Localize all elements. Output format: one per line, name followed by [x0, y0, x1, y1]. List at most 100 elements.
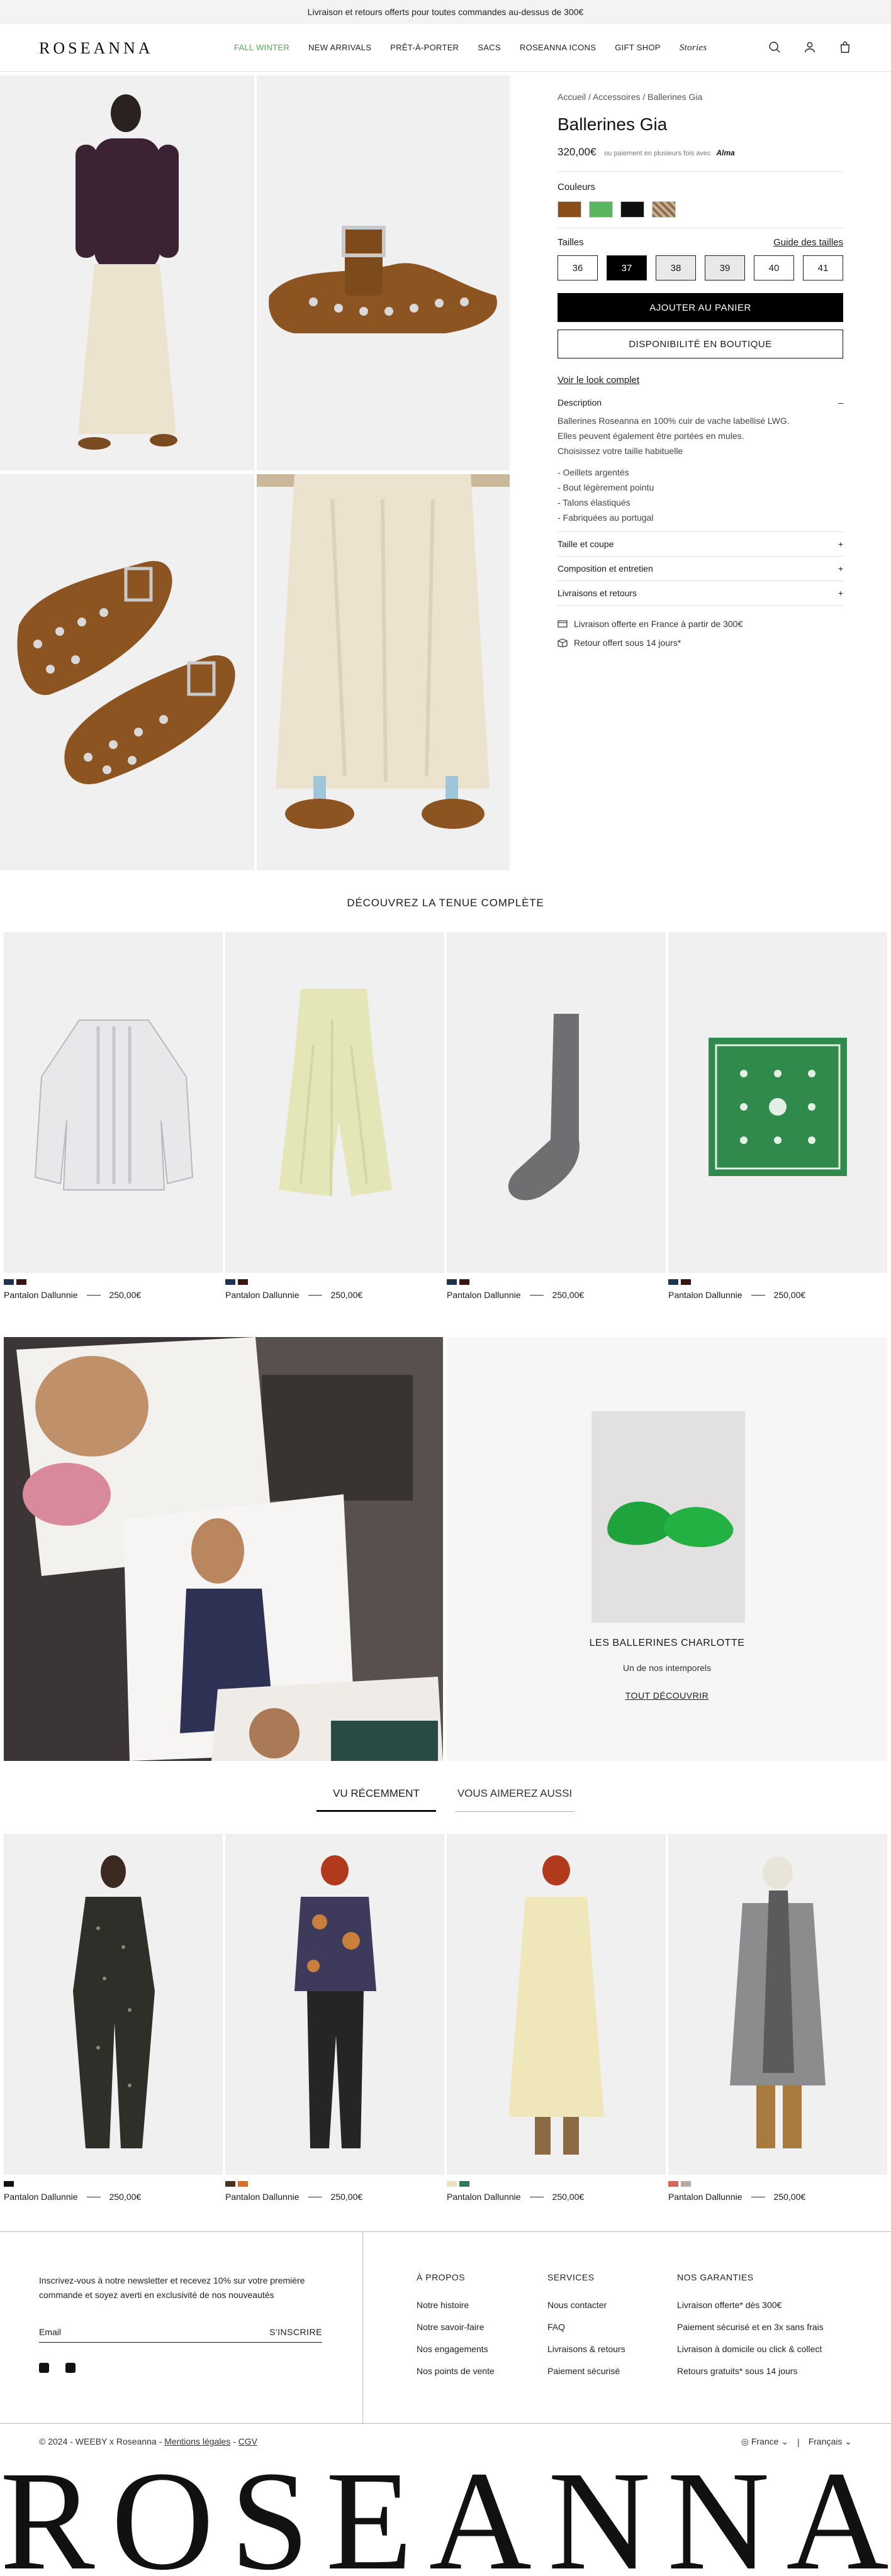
color-dot[interactable] — [668, 1279, 678, 1285]
product-name[interactable]: Pantalon Dallunnie — [668, 1290, 742, 1300]
color-dot[interactable] — [225, 2181, 235, 2187]
color-swatch-green[interactable] — [589, 201, 613, 218]
product-card-image[interactable] — [668, 932, 887, 1273]
footer-link[interactable]: Paiement sécurisé et en 3x sans frais — [677, 2322, 824, 2344]
product-image-side[interactable] — [257, 75, 510, 470]
accordion-shipping[interactable]: Livraisons et retours + — [558, 585, 843, 601]
product-card-image[interactable] — [447, 1834, 666, 2175]
color-dot[interactable] — [4, 1279, 14, 1285]
footer-link[interactable]: FAQ — [547, 2322, 625, 2344]
product-card-image[interactable] — [225, 1834, 444, 2175]
discover-all-link[interactable]: TOUT DÉCOUVRIR — [625, 1690, 709, 1701]
size-option[interactable]: 36 — [558, 255, 598, 280]
product-card[interactable]: Pantalon Dallunnie 250,00€ — [668, 932, 887, 1300]
product-name[interactable]: Pantalon Dallunnie — [225, 1290, 300, 1300]
footer-link[interactable]: Nos engagements — [417, 2344, 495, 2366]
product-card-image[interactable] — [225, 932, 444, 1273]
campaign-image[interactable] — [4, 1337, 443, 1761]
product-name[interactable]: Pantalon Dallunnie — [4, 2192, 78, 2202]
color-dot[interactable] — [681, 2181, 691, 2187]
color-dot[interactable] — [238, 2181, 248, 2187]
product-card[interactable]: Pantalon Dallunnie 250,00€ — [447, 1834, 666, 2202]
store-availability-button[interactable]: DISPONIBILITÉ EN BOUTIQUE — [558, 330, 843, 358]
product-name[interactable]: Pantalon Dallunnie — [668, 2192, 742, 2202]
product-card[interactable]: Pantalon Dallunnie 250,00€ — [447, 932, 666, 1300]
instagram-icon[interactable] — [39, 2363, 49, 2373]
nav-roseanna-icons[interactable]: ROSEANNA ICONS — [520, 43, 596, 53]
product-card-meta: Pantalon Dallunnie 250,00€ — [447, 1290, 666, 1300]
product-card-image[interactable] — [4, 1834, 223, 2175]
color-swatch-black[interactable] — [620, 201, 644, 218]
nav-pret-a-porter[interactable]: PRÊT-À-PORTER — [390, 43, 459, 53]
size-option-unavailable[interactable]: 39 — [705, 255, 745, 280]
product-card[interactable]: Pantalon Dallunnie 250,00€ — [225, 932, 444, 1300]
footer-link[interactable]: Notre histoire — [417, 2300, 495, 2322]
nav-stories[interactable]: Stories — [680, 43, 707, 53]
size-option[interactable]: 41 — [803, 255, 843, 280]
product-name[interactable]: Pantalon Dallunnie — [447, 1290, 521, 1300]
color-dot[interactable] — [459, 1279, 469, 1285]
installments-text: ou paiement en plusieurs fois avec — [604, 150, 711, 157]
breadcrumb[interactable]: Accueil / Accessoires / Ballerines Gia — [558, 92, 843, 102]
installments-brand[interactable]: Alma — [716, 148, 734, 157]
footer-link[interactable]: Livraison à domicile ou click & collect — [677, 2344, 824, 2366]
subscribe-button[interactable]: S'INSCRIRE — [269, 2327, 322, 2337]
product-name[interactable]: Pantalon Dallunnie — [4, 1290, 78, 1300]
nav-gift-shop[interactable]: GIFT SHOP — [615, 43, 661, 53]
tab-you-may-like[interactable]: VOUS AIMEREZ AUSSI — [455, 1787, 574, 1812]
product-image-model[interactable] — [0, 75, 254, 470]
color-dot[interactable] — [668, 2181, 678, 2187]
search-icon[interactable] — [768, 40, 782, 54]
product-image-pair[interactable] — [0, 474, 254, 870]
color-swatch-brown[interactable] — [558, 201, 581, 218]
product-card-image[interactable] — [4, 932, 223, 1273]
footer-link[interactable]: Nous contacter — [547, 2300, 625, 2322]
size-guide-link[interactable]: Guide des tailles — [773, 237, 843, 248]
linkedin-icon[interactable] — [65, 2363, 76, 2373]
product-card-image[interactable] — [668, 1834, 887, 2175]
size-option[interactable]: 40 — [754, 255, 794, 280]
nav-new-arrivals[interactable]: NEW ARRIVALS — [308, 43, 371, 53]
color-dot[interactable] — [238, 1279, 248, 1285]
account-icon[interactable] — [803, 40, 817, 54]
color-dot[interactable] — [459, 2181, 469, 2187]
bag-icon[interactable] — [838, 40, 852, 54]
accordion-size-fit[interactable]: Taille et coupe + — [558, 536, 843, 552]
color-swatch-leopard[interactable] — [652, 201, 676, 218]
divider — [558, 531, 843, 532]
color-dot[interactable] — [4, 2181, 14, 2187]
color-dot[interactable] — [16, 1279, 26, 1285]
size-option-selected[interactable]: 37 — [607, 255, 647, 280]
footer-link[interactable]: Nos points de vente — [417, 2366, 495, 2388]
product-card[interactable]: Pantalon Dallunnie 250,00€ — [668, 1834, 887, 2202]
email-field[interactable]: Email — [39, 2327, 61, 2337]
product-name[interactable]: Pantalon Dallunnie — [447, 2192, 521, 2202]
footer-link[interactable]: Livraison offerte* dès 300€ — [677, 2300, 824, 2322]
product-image-detail[interactable] — [257, 474, 510, 870]
nav-sacs[interactable]: SACS — [478, 43, 501, 53]
perk-text: Livraison offerte en France à partir de … — [574, 619, 743, 629]
description-accordion[interactable]: Description – — [558, 394, 843, 411]
add-to-cart-button[interactable]: AJOUTER AU PANIER — [558, 293, 843, 322]
product-name[interactable]: Pantalon Dallunnie — [225, 2192, 300, 2202]
size-option-unavailable[interactable]: 38 — [656, 255, 696, 280]
footer-link[interactable]: Retours gratuits* sous 14 jours — [677, 2366, 824, 2388]
tab-recently-viewed[interactable]: VU RÉCEMMENT — [317, 1787, 436, 1812]
footer-link[interactable]: Paiement sécurisé — [547, 2366, 625, 2388]
color-dot[interactable] — [447, 2181, 457, 2187]
accordion-composition[interactable]: Composition et entretien + — [558, 560, 843, 577]
product-card[interactable]: Pantalon Dallunnie 250,00€ — [225, 1834, 444, 2202]
product-card[interactable]: Pantalon Dallunnie 250,00€ — [4, 932, 223, 1300]
nav-fall-winter[interactable]: FALL WINTER — [234, 43, 289, 53]
logo[interactable]: ROSEANNA — [39, 39, 154, 58]
footer-link[interactable]: Livraisons & retours — [547, 2344, 625, 2366]
footer-col-about: À PROPOS Notre histoire Notre savoir-fai… — [417, 2272, 495, 2388]
color-dot[interactable] — [225, 1279, 235, 1285]
complete-look-link[interactable]: Voir le look complet — [558, 375, 843, 386]
footer-link[interactable]: Notre savoir-faire — [417, 2322, 495, 2344]
product-card-image[interactable] — [447, 932, 666, 1273]
promo-image[interactable] — [591, 1411, 745, 1623]
product-card[interactable]: Pantalon Dallunnie 250,00€ — [4, 1834, 223, 2202]
color-dot[interactable] — [681, 1279, 691, 1285]
color-dot[interactable] — [447, 1279, 457, 1285]
